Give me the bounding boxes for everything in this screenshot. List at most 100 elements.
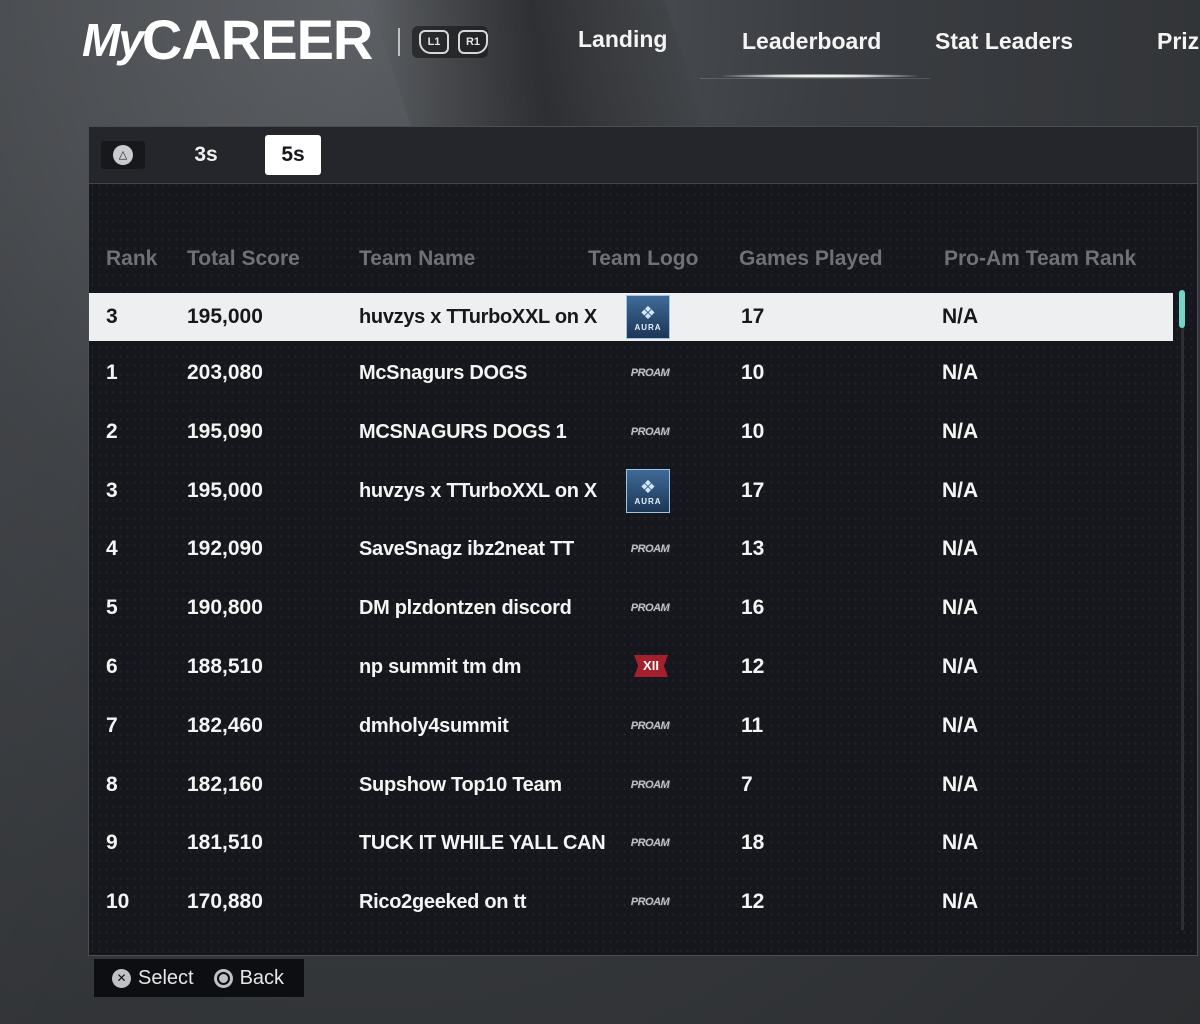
nav-baseline <box>700 78 930 79</box>
r1-bumper-icon[interactable]: R1 <box>458 30 488 54</box>
cell-rank: 2 <box>106 420 118 443</box>
cell-score: 181,510 <box>187 831 263 854</box>
cell-games: 11 <box>741 714 764 737</box>
cell-score: 203,080 <box>187 361 263 384</box>
cell-rank: 3 <box>106 479 118 502</box>
back-label: Back <box>239 966 285 989</box>
table-row[interactable]: 7 182,460 dmholy4summit PROAM 11 N/A <box>89 702 1173 750</box>
table-row[interactable]: 8 182,160 Supshow Top10 Team PROAM 7 N/A <box>89 761 1173 809</box>
cell-score: 195,000 <box>187 479 263 502</box>
table-row[interactable]: 5 190,800 DM plzdontzen discord PROAM 16… <box>89 584 1173 632</box>
cell-proam-rank: N/A <box>942 831 979 854</box>
nav-landing[interactable]: Landing <box>578 26 667 53</box>
proam-logo-icon: PROAM <box>630 896 670 908</box>
circle-button-icon <box>213 968 233 988</box>
back-button[interactable]: Back <box>213 966 285 990</box>
cell-proam-rank: N/A <box>942 714 979 737</box>
cell-team-logo: ❖ AURA <box>626 467 674 515</box>
l1-bumper-icon[interactable]: L1 <box>419 30 449 54</box>
select-button[interactable]: ✕ Select <box>112 967 194 990</box>
col-proam-team-rank: Pro-Am Team Rank <box>944 247 1137 270</box>
triangle-button[interactable]: △ <box>101 141 145 169</box>
proam-logo-icon: PROAM <box>630 426 670 438</box>
cell-team-name: MCSNAGURS DOGS 1 <box>359 421 567 443</box>
cell-proam-rank: N/A <box>942 361 979 384</box>
col-rank: Rank <box>106 247 158 270</box>
cell-rank: 9 <box>106 831 118 854</box>
cell-proam-rank: N/A <box>942 773 979 796</box>
proam-logo-icon: PROAM <box>630 837 670 849</box>
cell-games: 10 <box>741 420 765 443</box>
cell-team-name: DM plzdontzen discord <box>359 597 572 619</box>
controller-hints: ✕ Select Back <box>93 958 305 998</box>
cell-team-logo: PROAM <box>626 878 674 926</box>
triangle-icon: △ <box>113 145 133 165</box>
col-team-logo: Team Logo <box>588 247 699 270</box>
logo-career: CAREER <box>141 8 373 71</box>
cell-team-name: huvzys x TTurboXXL on X <box>359 306 597 328</box>
cell-team-name: TUCK IT WHILE YALL CAN <box>359 832 606 854</box>
cell-games: 18 <box>741 831 765 854</box>
cell-games: 12 <box>741 890 765 913</box>
col-team-name: Team Name <box>359 247 476 270</box>
cell-team-logo: PROAM <box>626 761 674 809</box>
cell-proam-rank: N/A <box>942 655 979 678</box>
cell-rank: 10 <box>106 890 130 913</box>
cell-team-logo: PROAM <box>626 702 674 750</box>
cell-score: 195,090 <box>187 420 263 443</box>
cell-proam-rank: N/A <box>942 596 979 619</box>
cell-score: 170,880 <box>187 890 263 913</box>
table-row[interactable]: 6 188,510 np summit tm dm XII 12 N/A <box>89 643 1173 691</box>
col-total-score: Total Score <box>187 247 300 270</box>
nav-leaderboard[interactable]: Leaderboard <box>742 28 881 55</box>
cell-team-name: dmholy4summit <box>359 715 509 737</box>
table-row[interactable]: 1 203,080 McSnagurs DOGS PROAM 10 N/A <box>89 349 1173 397</box>
cell-rank: 6 <box>106 655 118 678</box>
cell-team-name: SaveSnagz ibz2neat TT <box>359 538 574 560</box>
mycareer-logo: My CAREER <box>82 8 373 71</box>
scrollbar-track[interactable] <box>1181 290 1184 930</box>
cell-team-name: np summit tm dm <box>359 656 522 678</box>
nav-prizes[interactable]: Priz <box>1157 28 1199 55</box>
table-row[interactable]: 9 181,510 TUCK IT WHILE YALL CAN PROAM 1… <box>89 819 1173 867</box>
table-row[interactable]: 3 195,000 huvzys x TTurboXXL on X ❖ AURA… <box>89 467 1173 515</box>
cell-proam-rank: N/A <box>942 537 979 560</box>
tab-5s[interactable]: 5s <box>265 135 321 175</box>
cell-score: 195,000 <box>187 305 263 328</box>
logo-my: My <box>82 14 144 66</box>
nav-stat-leaders[interactable]: Stat Leaders <box>935 28 1073 55</box>
leaderboard-panel: △ 3s 5s Rank Total Score Team Name Team … <box>88 126 1198 956</box>
cross-button-icon: ✕ <box>112 968 131 988</box>
header-divider <box>398 28 400 56</box>
cell-team-logo: XII <box>626 643 674 691</box>
proam-logo-icon: PROAM <box>630 779 670 791</box>
big12-logo-icon: XII <box>634 655 668 677</box>
cell-games: 10 <box>741 361 765 384</box>
table-row[interactable]: 10 170,880 Rico2geeked on tt PROAM 12 N/… <box>89 878 1173 926</box>
table-row-selected[interactable]: 3 195,000 huvzys x TTurboXXL on X ❖ AURA… <box>89 293 1173 341</box>
cell-score: 192,090 <box>187 537 263 560</box>
cell-games: 16 <box>741 596 765 619</box>
cell-rank: 3 <box>106 305 118 328</box>
cell-score: 182,160 <box>187 773 263 796</box>
cell-proam-rank: N/A <box>942 305 979 328</box>
cell-proam-rank: N/A <box>942 479 979 502</box>
cell-rank: 4 <box>106 537 118 560</box>
cell-games: 7 <box>741 773 753 796</box>
select-label: Select <box>138 966 194 989</box>
proam-logo-icon: PROAM <box>630 543 670 555</box>
proam-logo-icon: PROAM <box>630 367 670 379</box>
cell-games: 12 <box>741 655 765 678</box>
top-nav: My CAREER L1 R1 Landing Leaderboard Stat… <box>0 0 1200 110</box>
tab-3s[interactable]: 3s <box>178 135 234 175</box>
cell-team-logo: PROAM <box>626 584 674 632</box>
cell-games: 17 <box>741 305 765 328</box>
mode-tabbar: △ 3s 5s <box>89 127 1197 184</box>
cell-score: 188,510 <box>187 655 263 678</box>
table-row[interactable]: 2 195,090 MCSNAGURS DOGS 1 PROAM 10 N/A <box>89 408 1173 456</box>
table-row[interactable]: 4 192,090 SaveSnagz ibz2neat TT PROAM 13… <box>89 525 1173 573</box>
scrollbar-thumb[interactable] <box>1179 290 1185 328</box>
cell-team-logo: PROAM <box>626 525 674 573</box>
cell-team-logo: PROAM <box>626 408 674 456</box>
cell-team-name: Supshow Top10 Team <box>359 774 562 796</box>
